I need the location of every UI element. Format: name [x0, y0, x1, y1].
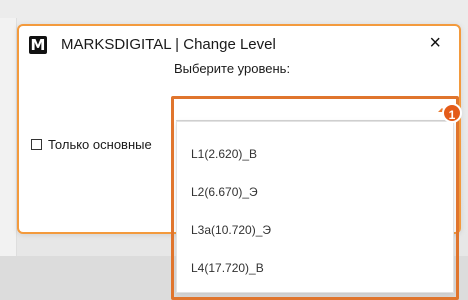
main-only-checkbox[interactable] — [31, 139, 42, 150]
screenshot-stage: M MARKSDIGITAL | Change Level × Выберите… — [0, 0, 468, 300]
main-only-label: Только основные — [48, 137, 152, 152]
main-only-checkbox-row[interactable]: Только основные — [31, 137, 152, 152]
level-option-l3a[interactable]: L3a(10.720)_Э — [191, 218, 431, 242]
select-level-prompt: Выберите уровень: — [174, 61, 291, 76]
annotation-badge: 1 — [442, 103, 462, 123]
level-combobox[interactable] — [176, 101, 454, 121]
dialog-title: MARKSDIGITAL | Change Level — [61, 36, 276, 53]
app-logo: M — [29, 36, 47, 54]
level-option-l4[interactable]: L4(17.720)_B — [191, 256, 431, 280]
close-icon[interactable]: × — [429, 33, 441, 53]
level-option-l1[interactable]: L1(2.620)_B — [191, 142, 431, 166]
level-dropdown-list[interactable]: L1(2.620)_B L2(6.670)_Э L3a(10.720)_Э L4… — [176, 121, 454, 293]
level-option-l2[interactable]: L2(6.670)_Э — [191, 180, 431, 204]
